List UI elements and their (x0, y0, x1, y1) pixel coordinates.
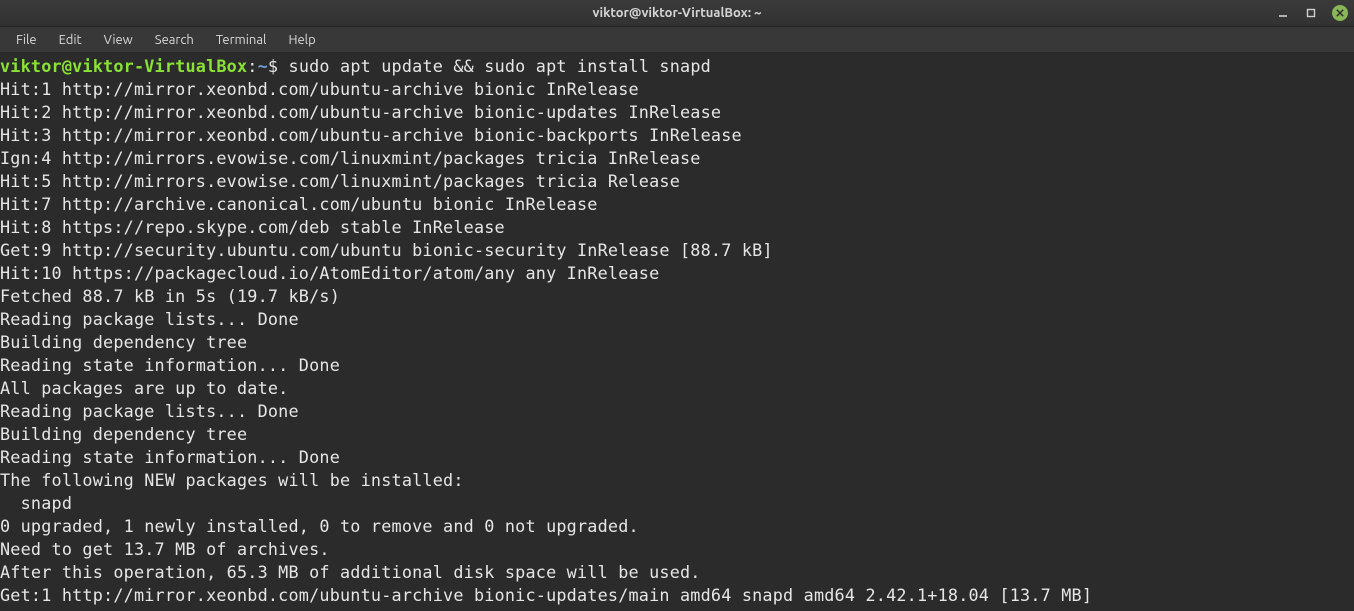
menu-search[interactable]: Search (145, 30, 204, 50)
maximize-button[interactable] (1304, 6, 1318, 20)
window-title: viktor@viktor-VirtualBox: ~ (593, 6, 762, 20)
minimize-button[interactable] (1276, 6, 1290, 20)
prompt-sigil: $ (268, 56, 289, 76)
prompt-path: ~ (258, 56, 268, 76)
prompt-sep: : (247, 56, 257, 76)
menu-terminal[interactable]: Terminal (206, 30, 277, 50)
menu-help[interactable]: Help (278, 30, 325, 50)
menu-file[interactable]: File (6, 30, 47, 50)
close-button[interactable] (1332, 5, 1348, 21)
titlebar: viktor@viktor-VirtualBox: ~ (0, 0, 1354, 27)
menu-view[interactable]: View (94, 30, 143, 50)
menubar: File Edit View Search Terminal Help (0, 27, 1354, 53)
close-icon (1336, 9, 1344, 17)
command-text: sudo apt update && sudo apt install snap… (289, 56, 711, 76)
terminal-area[interactable]: viktor@viktor-VirtualBox:~$ sudo apt upd… (0, 53, 1354, 611)
maximize-icon (1306, 8, 1316, 18)
minimize-icon (1278, 8, 1288, 18)
prompt-userhost: viktor@viktor-VirtualBox (0, 56, 247, 76)
menu-edit[interactable]: Edit (49, 30, 92, 50)
terminal-output: Hit:1 http://mirror.xeonbd.com/ubuntu-ar… (0, 79, 1092, 605)
window-controls (1276, 0, 1348, 26)
